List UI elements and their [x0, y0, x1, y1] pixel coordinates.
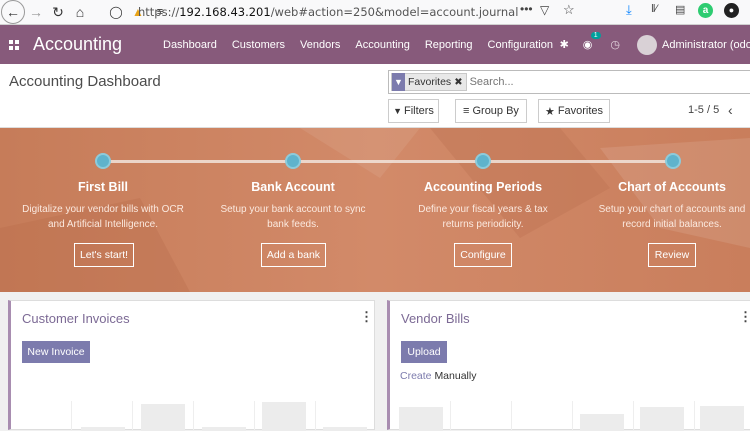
remove-facet-icon[interactable]: ✖ — [454, 77, 465, 88]
browser-toolbar: ← → ↻ ⌂ ◯ ▲ ≡ https://192.168.43.201/web… — [0, 0, 750, 25]
graph-bar — [700, 406, 744, 431]
extension-icon[interactable]: a — [698, 3, 713, 18]
sidebar-icon[interactable]: ▤ — [675, 3, 685, 16]
step-description: Digitalize your vendor bills with OCR and… — [22, 204, 184, 230]
invoice-graph — [11, 396, 374, 431]
graph-gridline — [511, 401, 512, 431]
card-title[interactable]: Customer Invoices — [22, 311, 130, 326]
vendor-bills-card: Vendor Bills ⋮ Upload Create Manually — [387, 300, 750, 431]
graph-gridline — [193, 401, 194, 431]
graph-bar — [323, 427, 367, 431]
chat-badge: 1 — [590, 32, 601, 39]
step-description: Define your fiscal years & tax returns pe… — [418, 204, 548, 230]
upload-button[interactable]: Upload — [401, 341, 447, 363]
favorites-button[interactable]: ★ Favorites — [538, 99, 610, 123]
shield-icon[interactable]: ◯ — [105, 1, 127, 23]
star-icon: ★ — [544, 105, 555, 118]
search-facet: ▼ Favorites ✖ — [391, 73, 467, 91]
manually-label: Manually — [434, 370, 477, 382]
configure-button[interactable]: Configure — [454, 243, 512, 267]
graph-bar — [141, 404, 185, 431]
bills-graph — [390, 396, 750, 431]
menu-vendors[interactable]: Vendors — [300, 39, 340, 51]
graph-gridline — [572, 401, 573, 431]
menu-dashboard[interactable]: Dashboard — [163, 39, 217, 51]
bookmark-star-icon[interactable]: ☆ — [563, 2, 575, 18]
main-navbar: Accounting Dashboard Customers Vendors A… — [0, 25, 750, 64]
menu-accounting[interactable]: Accounting — [355, 39, 409, 51]
graph-bar — [580, 414, 624, 431]
lets-start-button[interactable]: Let's start! — [74, 243, 134, 267]
onboarding-banner: First Bill Digitalize your vendor bills … — [0, 128, 750, 292]
step-title: First Bill — [77, 180, 128, 194]
create-link[interactable]: Create — [400, 370, 432, 382]
menu-configuration[interactable]: Configuration — [488, 39, 553, 51]
graph-bar — [399, 407, 443, 431]
menu-customers[interactable]: Customers — [232, 39, 285, 51]
download-icon[interactable]: ⤓ — [626, 2, 632, 18]
pager-value[interactable]: 1-5 / 5 — [688, 104, 719, 116]
filter-icon: ▼ — [392, 73, 405, 91]
step-title: Chart of Accounts — [618, 180, 726, 194]
pocket-icon[interactable]: ▽ — [540, 3, 549, 17]
search-input[interactable] — [469, 76, 670, 88]
step-description: Setup your chart of accounts and record i… — [598, 204, 746, 230]
progress-line — [103, 160, 673, 163]
graph-gridline — [71, 401, 72, 431]
create-manually-line: Create Manually — [400, 370, 476, 382]
step-2-dot — [285, 153, 301, 169]
library-icon[interactable]: ‖⁄ — [651, 3, 657, 15]
card-title[interactable]: Vendor Bills — [401, 311, 470, 326]
customer-invoices-card: Customer Invoices ⋮ New Invoice — [8, 300, 375, 431]
facet-label: Favorites — [408, 76, 452, 88]
new-invoice-button[interactable]: New Invoice — [22, 341, 90, 363]
step-3-dot — [475, 153, 491, 169]
graph-bar — [202, 427, 246, 431]
graph-gridline — [132, 401, 133, 431]
graph-bar — [640, 407, 684, 431]
home-icon[interactable]: ⌂ — [69, 1, 91, 23]
step-title: Accounting Periods — [423, 180, 543, 194]
filters-button[interactable]: ▼ Filters — [388, 99, 439, 123]
kebab-menu-icon[interactable]: ⋮ — [739, 309, 750, 325]
step-1-dot — [95, 153, 111, 169]
user-name[interactable]: Administrator (odoo — [662, 39, 750, 51]
reload-icon[interactable]: ↻ — [47, 1, 69, 23]
funnel-icon: ▼ — [393, 106, 402, 116]
list-icon: ≡ — [463, 105, 470, 117]
avatar[interactable] — [637, 34, 657, 55]
step-4-dot — [665, 153, 681, 169]
activity-clock-icon[interactable]: ◷ — [610, 38, 620, 51]
debug-bug-icon[interactable]: ✱ — [560, 38, 569, 51]
url-text: https://192.168.43.201/web#action=250&mo… — [138, 5, 519, 19]
graph-gridline — [694, 401, 695, 431]
back-icon[interactable]: ← — [1, 0, 25, 24]
graph-gridline — [633, 401, 634, 431]
account-icon[interactable]: ● — [724, 3, 739, 18]
page-title: Accounting Dashboard — [9, 73, 161, 90]
pager-previous-icon[interactable]: ‹ — [728, 102, 733, 118]
step-description: Setup your bank account to sync bank feed… — [220, 204, 366, 230]
control-panel: Accounting Dashboard ▼ Favorites ✖ ▼Filt… — [0, 64, 750, 128]
add-bank-button[interactable]: Add a bank — [261, 243, 326, 267]
page-actions-icon[interactable]: ••• — [520, 2, 533, 16]
systray: ✱ ◉ 1 ◷ Administrator (odoo — [560, 25, 750, 64]
graph-gridline — [450, 401, 451, 431]
review-button[interactable]: Review — [648, 243, 696, 267]
menu-reporting[interactable]: Reporting — [425, 39, 473, 51]
chat-icon[interactable]: ◉ 1 — [583, 32, 601, 51]
app-brand[interactable]: Accounting — [33, 34, 159, 55]
search-bar[interactable]: ▼ Favorites ✖ — [388, 70, 750, 94]
graph-gridline — [315, 401, 316, 431]
forward-icon[interactable]: → — [25, 1, 47, 23]
group-by-button[interactable]: ≡ Group By — [455, 99, 527, 123]
apps-menu-icon[interactable] — [0, 39, 28, 50]
step-title: Bank Account — [251, 180, 335, 194]
graph-bar — [81, 427, 125, 431]
graph-gridline — [254, 401, 255, 431]
kebab-menu-icon[interactable]: ⋮ — [360, 309, 373, 325]
graph-bar — [262, 402, 306, 431]
